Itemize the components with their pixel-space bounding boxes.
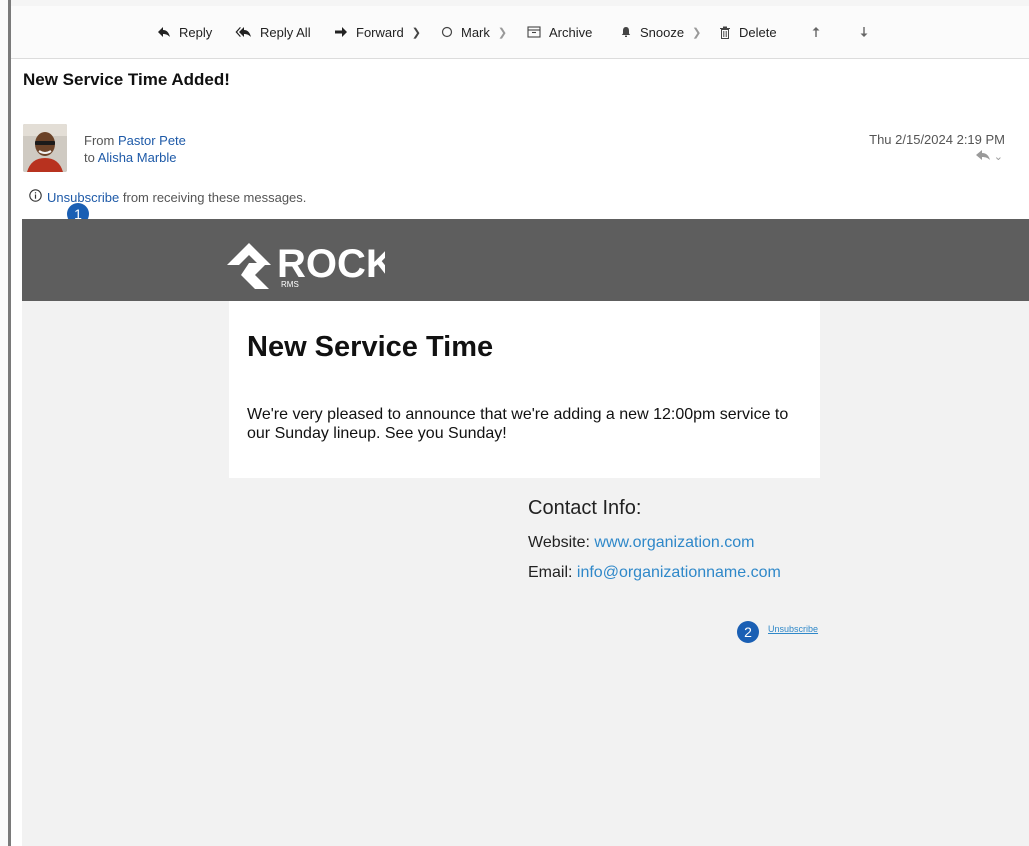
delete-button[interactable]: Delete: [719, 22, 777, 42]
archive-button[interactable]: Archive: [527, 22, 592, 42]
unsubscribe-notice-text: from receiving these messages.: [119, 189, 307, 205]
circle-icon: [441, 26, 453, 38]
reply-label: Reply: [179, 24, 213, 40]
reply-button[interactable]: Reply: [157, 22, 212, 42]
chevron-down-icon: ⌄: [993, 151, 1003, 163]
website-label: Website:: [528, 534, 595, 551]
snooze-label: Snooze: [640, 24, 685, 40]
announcement-card: New Service Time We're very pleased to a…: [229, 301, 820, 478]
rock-rms-logo: ROCK RMS: [225, 231, 395, 298]
reply-all-icon: [235, 26, 252, 38]
message-subject: New Service Time Added!: [23, 70, 230, 89]
website-link[interactable]: www.organization.com: [594, 534, 754, 551]
message-toolbar: Reply Reply All Forward ❯ Mark ❯ Archive…: [11, 6, 1029, 59]
email-heading: New Service Time: [247, 331, 494, 363]
callout-badge-2: 2: [737, 621, 759, 643]
mark-label: Mark: [461, 24, 490, 40]
trash-icon: [719, 26, 731, 39]
email-label: Email:: [528, 564, 577, 581]
mark-button[interactable]: Mark ❯: [441, 22, 507, 42]
logo-sub: RMS: [281, 280, 299, 289]
footer-unsubscribe-link[interactable]: Unsubscribe: [768, 624, 818, 634]
from-prefix: From: [84, 133, 115, 148]
recipient-name-link[interactable]: Alisha Marble: [98, 150, 177, 165]
arrow-up-icon: [811, 26, 821, 38]
snooze-chevron-down-icon[interactable]: ❯: [692, 26, 701, 39]
unsubscribe-notice: Unsubscribe from receiving these message…: [29, 189, 306, 205]
reading-pane: Reply Reply All Forward ❯ Mark ❯ Archive…: [11, 6, 1029, 846]
delete-label: Delete: [739, 24, 777, 40]
email-header-banner: ROCK RMS: [22, 219, 1029, 301]
email-body-text: We're very pleased to announce that we'r…: [247, 406, 789, 442]
website-row: Website: www.organization.com: [528, 534, 781, 552]
next-message-button[interactable]: [859, 22, 869, 42]
email-content: ROCK RMS New Service Time We're very ple…: [22, 219, 1029, 846]
forward-label: Forward: [356, 24, 404, 40]
snooze-button[interactable]: Snooze ❯: [620, 22, 701, 42]
message-date: Thu 2/15/2024 2:19 PM: [869, 132, 1005, 147]
window-left-border: [0, 0, 11, 846]
reply-all-button[interactable]: Reply All: [235, 22, 311, 42]
to-prefix: to: [84, 150, 95, 165]
forward-chevron-down-icon[interactable]: ❯: [412, 26, 421, 39]
sender-info: From Pastor Pete to Alisha Marble: [84, 132, 186, 166]
email-address-link[interactable]: info@organizationname.com: [577, 564, 781, 581]
forward-button[interactable]: Forward ❯: [334, 22, 421, 42]
info-icon: [29, 189, 42, 205]
archive-label: Archive: [549, 24, 593, 40]
arrow-down-icon: [859, 26, 869, 38]
unsubscribe-link[interactable]: Unsubscribe: [47, 190, 119, 205]
to-line: to Alisha Marble: [84, 149, 186, 166]
quick-reply-button[interactable]: ⌄: [975, 149, 1003, 164]
reply-icon: [975, 149, 991, 164]
sender-name-link[interactable]: Pastor Pete: [118, 133, 186, 148]
from-line: From Pastor Pete: [84, 132, 186, 149]
bell-icon: [620, 26, 632, 38]
archive-icon: [527, 26, 541, 38]
email-row: Email: info@organizationname.com: [528, 564, 781, 582]
sender-avatar[interactable]: [23, 124, 67, 172]
reply-all-label: Reply All: [260, 24, 311, 40]
contact-info: Contact Info: Website: www.organization.…: [528, 497, 781, 594]
mark-chevron-down-icon[interactable]: ❯: [498, 26, 507, 39]
contact-heading: Contact Info:: [528, 497, 642, 519]
reply-icon: [157, 26, 171, 38]
forward-icon: [334, 26, 348, 38]
previous-message-button[interactable]: [811, 22, 821, 42]
